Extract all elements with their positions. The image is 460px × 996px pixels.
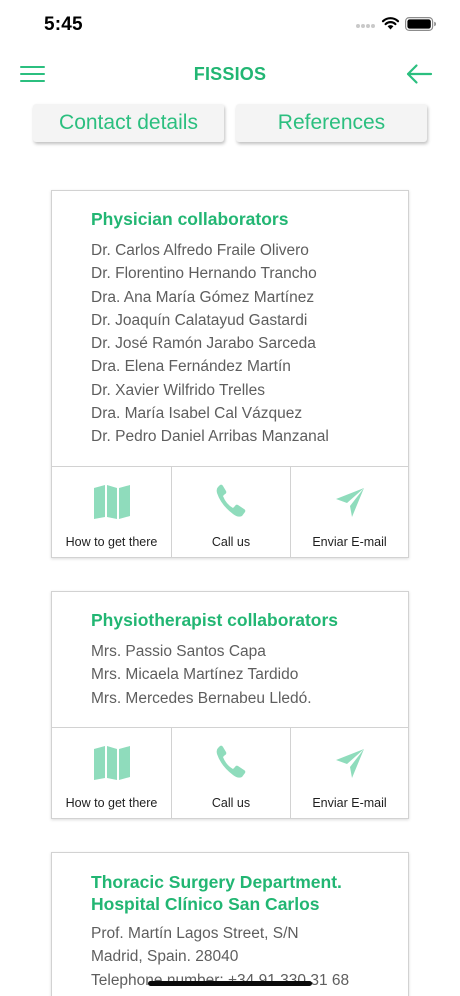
card-actions: How to get there Call us Enviar E-mail xyxy=(52,727,408,818)
phone-icon xyxy=(216,484,246,517)
wifi-icon xyxy=(381,17,400,30)
list-item: Dr. Pedro Daniel Arribas Manzanal xyxy=(91,428,329,446)
tab-references[interactable]: References xyxy=(236,104,427,142)
collaborator-list: Mrs. Passio Santos Capa Mrs. Micaela Mar… xyxy=(91,640,312,710)
phone-icon xyxy=(216,745,246,778)
app-header: FISSIOS xyxy=(0,55,460,95)
send-email-button[interactable]: Enviar E-mail xyxy=(290,467,408,557)
send-email-button[interactable]: Enviar E-mail xyxy=(290,728,408,818)
list-item: Dra. María Isabel Cal Vázquez xyxy=(91,405,303,423)
list-item: Prof. Martín Lagos Street, S/N xyxy=(91,925,299,942)
how-to-get-there-button[interactable]: How to get there xyxy=(52,467,171,557)
cellular-signal-icon xyxy=(356,24,376,30)
card-title-line: Thoracic Surgery Department. xyxy=(91,872,342,892)
list-item: Dr. Xavier Wilfrido Trelles xyxy=(91,381,265,399)
arrow-left-icon[interactable] xyxy=(405,63,433,85)
action-label: Call us xyxy=(211,535,251,549)
physician-collaborators-card: Physician collaborators Dr. Carlos Alfre… xyxy=(51,190,409,558)
action-label: Call us xyxy=(211,796,251,810)
thoracic-surgery-card: Thoracic Surgery Department. Hospital Cl… xyxy=(51,852,409,996)
card-actions: How to get there Call us Enviar E-mail xyxy=(52,466,408,557)
list-item: Dr. José Ramón Jarabo Sarceda xyxy=(91,335,316,353)
send-icon xyxy=(335,488,364,517)
send-icon xyxy=(335,749,364,778)
page-title: FISSIOS xyxy=(193,64,267,84)
list-item: Mrs. Mercedes Bernabeu Lledó. xyxy=(91,689,312,707)
battery-icon xyxy=(405,17,436,31)
list-item: Dra. Elena Fernández Martín xyxy=(91,358,291,376)
tab-contact-details[interactable]: Contact details xyxy=(33,104,224,142)
list-item: Dra. Ana María Gómez Martínez xyxy=(91,288,315,306)
list-item: Mrs. Micaela Martínez Tardido xyxy=(91,666,299,684)
list-item: Dr. Joaquín Calatayud Gastardi xyxy=(91,311,308,329)
action-label: Enviar E-mail xyxy=(312,796,387,810)
card-title: Physiotherapist collaborators xyxy=(91,610,339,630)
collaborator-list: Dr. Carlos Alfredo Fraile Olivero Dr. Fl… xyxy=(91,239,329,449)
card-title: Physician collaborators xyxy=(91,209,289,229)
how-to-get-there-button[interactable]: How to get there xyxy=(52,728,171,818)
list-item: Dr. Carlos Alfredo Fraile Olivero xyxy=(91,242,309,259)
list-item: Dr. Florentino Hernando Trancho xyxy=(91,265,317,283)
card-title-line: Hospital Clínico San Carlos xyxy=(91,894,320,914)
home-indicator xyxy=(148,981,312,986)
map-icon xyxy=(93,485,130,519)
action-label: How to get there xyxy=(65,535,158,549)
map-icon xyxy=(93,746,130,780)
action-label: How to get there xyxy=(65,796,158,810)
physiotherapist-collaborators-card: Physiotherapist collaborators Mrs. Passi… xyxy=(51,591,409,819)
status-bar: 5:45 xyxy=(0,0,460,50)
action-label: Enviar E-mail xyxy=(312,535,387,549)
call-us-button[interactable]: Call us xyxy=(171,728,290,818)
status-time: 5:45 xyxy=(44,14,83,35)
list-item: Mrs. Passio Santos Capa xyxy=(91,643,266,660)
list-item: Madrid, Spain. 28040 xyxy=(91,948,239,966)
call-us-button[interactable]: Call us xyxy=(171,467,290,557)
